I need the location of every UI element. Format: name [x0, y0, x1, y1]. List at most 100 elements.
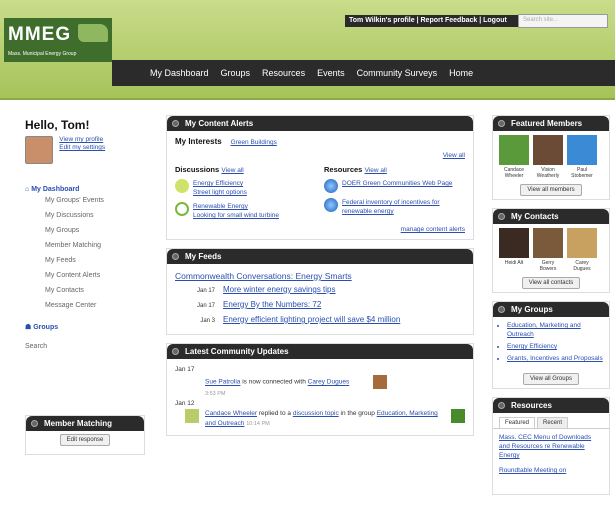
community-updates-panel: Latest Community Updates Jan 17 Sue Patr…: [166, 343, 474, 436]
collapse-icon[interactable]: [498, 120, 505, 127]
member-photo[interactable]: [567, 135, 597, 165]
member-name[interactable]: Paul Stobemer: [571, 167, 593, 179]
content-alerts-title: My Content Alerts: [185, 119, 254, 128]
nav-resources[interactable]: Resources: [262, 68, 305, 78]
my-feeds-panel: My Feeds Commonwealth Conversations: Ene…: [166, 248, 474, 335]
collapse-icon[interactable]: [31, 420, 38, 427]
update-date: Jan 17: [175, 366, 195, 373]
discussion-topic-link[interactable]: discussion topic: [293, 410, 339, 417]
view-profile-link[interactable]: View my profile: [59, 136, 103, 143]
contact-photo[interactable]: [499, 228, 529, 258]
main-column: My Content Alerts My Interests Green Bui…: [166, 115, 474, 444]
resource-link[interactable]: Roundtable Meeting on: [499, 466, 603, 475]
feed-headline[interactable]: Commonwealth Conversations: Energy Smart…: [175, 270, 465, 283]
feed-item-link[interactable]: More winter energy savings tips: [223, 285, 336, 294]
member-link[interactable]: Candace Wheeler: [205, 410, 257, 417]
home-icon: ⌂: [25, 186, 30, 193]
resource-link[interactable]: DOER Green Communities Web Page: [342, 179, 452, 193]
discussions-view-all[interactable]: View all: [221, 167, 243, 174]
mmeg-logo[interactable]: MMEG Mass. Municipal Energy Group: [4, 18, 112, 62]
nav-events[interactable]: Events: [317, 68, 345, 78]
view-all-interests-link[interactable]: View all: [443, 152, 465, 159]
member-name[interactable]: Vision Weatherly: [537, 167, 559, 179]
discussion-link[interactable]: Renewable Energy: [193, 203, 248, 210]
my-groups-panel: My Groups Education, Marketing and Outre…: [492, 301, 610, 389]
my-dashboard-link[interactable]: My Dashboard: [31, 186, 79, 193]
feed-date: Jan 17: [196, 303, 215, 309]
edit-response-button[interactable]: Edit response: [59, 434, 111, 446]
discussion-icon: [175, 179, 189, 193]
right-sidebar: Featured Members Candace Wheeler Vision …: [492, 115, 610, 503]
member-name[interactable]: Candace Wheeler: [504, 167, 524, 179]
contact-photo[interactable]: [533, 228, 563, 258]
discussions-label: Discussions: [175, 165, 220, 174]
update-time: 10:14 PM: [246, 421, 270, 427]
view-all-members-button[interactable]: View all members: [520, 184, 582, 196]
contact-photo[interactable]: [567, 228, 597, 258]
contact-name[interactable]: Gerry Bowers: [540, 260, 557, 272]
sidebar-item-groups-events[interactable]: My Groups' Events: [45, 193, 150, 208]
contact-name[interactable]: Carey Dugues: [573, 260, 590, 272]
interest-link[interactable]: Green Buildings: [231, 139, 277, 146]
nav-home[interactable]: Home: [449, 68, 473, 78]
user-links[interactable]: Tom Wilkin's profile | Report Feedback |…: [345, 15, 520, 27]
member-link[interactable]: Sue Patrolia: [205, 379, 240, 386]
collapse-icon[interactable]: [172, 253, 179, 260]
collapse-icon[interactable]: [172, 348, 179, 355]
groups-link[interactable]: Groups: [33, 324, 58, 331]
collapse-icon[interactable]: [498, 306, 505, 313]
nav-groups[interactable]: Groups: [221, 68, 251, 78]
feed-item-link[interactable]: Energy By the Numbers: 72: [223, 300, 321, 309]
member-photo[interactable]: [499, 135, 529, 165]
sidebar-item-feeds[interactable]: My Feeds: [45, 253, 150, 268]
edit-settings-link[interactable]: Edit my settings: [59, 144, 105, 151]
resource-link[interactable]: Mass. CEC Menu of Downloads and Resource…: [499, 433, 603, 460]
sidebar-item-content-alerts[interactable]: My Content Alerts: [45, 268, 150, 283]
search-link[interactable]: Search: [25, 343, 150, 350]
tab-recent[interactable]: Recent: [537, 417, 569, 428]
sidebar-item-contacts[interactable]: My Contacts: [45, 283, 150, 298]
manage-content-alerts-link[interactable]: manage content alerts: [401, 226, 465, 233]
discussion-topic-link[interactable]: Looking for small wind turbine: [193, 212, 279, 219]
resource-link[interactable]: Federal inventory of incentives for rene…: [342, 198, 465, 216]
discussion-link[interactable]: Energy Efficiency: [193, 180, 243, 187]
feed-date: Jan 17: [196, 288, 215, 294]
update-text: is now connected with: [242, 378, 306, 386]
sidebar-item-groups[interactable]: My Groups: [45, 223, 150, 238]
collapse-icon[interactable]: [172, 120, 179, 127]
sidebar-item-message-center[interactable]: Message Center: [45, 298, 150, 313]
group-link[interactable]: Grants, Incentives and Proposals: [507, 354, 603, 363]
site-header: MMEG Mass. Municipal Energy Group Tom Wi…: [0, 0, 615, 100]
group-link[interactable]: Energy Efficiency: [507, 342, 603, 351]
content-alerts-panel: My Content Alerts My Interests Green Bui…: [166, 115, 474, 240]
update-text: in the group: [340, 410, 375, 417]
my-contacts-panel: My Contacts Heidi Alt Gerry Bowers Carey…: [492, 208, 610, 293]
globe-icon: [324, 198, 338, 212]
my-feeds-title: My Feeds: [185, 252, 222, 261]
resources-panel: Resources Featured Recent Mass. CEC Menu …: [492, 397, 610, 495]
nav-community-surveys[interactable]: Community Surveys: [357, 68, 438, 78]
member-matching-title: Member Matching: [44, 419, 113, 428]
avatar: [25, 136, 53, 164]
search-input[interactable]: Search site...: [518, 14, 608, 28]
feed-item-link[interactable]: Energy efficient lighting project will s…: [223, 315, 400, 324]
my-contacts-title: My Contacts: [511, 212, 559, 221]
member-photo[interactable]: [533, 135, 563, 165]
collapse-icon[interactable]: [498, 402, 505, 409]
view-all-contacts-button[interactable]: View all contacts: [521, 277, 581, 289]
resources-view-all[interactable]: View all: [365, 167, 387, 174]
collapse-icon[interactable]: [498, 213, 505, 220]
sidebar-item-member-matching[interactable]: Member Matching: [45, 238, 150, 253]
group-link[interactable]: Education, Marketing and Outreach: [507, 321, 603, 339]
member-link[interactable]: Carey Dugues: [308, 379, 350, 386]
contact-name[interactable]: Heidi Alt: [505, 260, 523, 266]
discussion-topic-link[interactable]: Street light options: [193, 189, 247, 196]
sidebar-item-discussions[interactable]: My Discussions: [45, 208, 150, 223]
member-thumbnail: [373, 375, 388, 389]
view-all-groups-button[interactable]: View all Groups: [523, 373, 579, 385]
nav-my-dashboard[interactable]: My Dashboard: [150, 68, 209, 78]
interests-label: My Interests: [175, 137, 222, 146]
community-updates-title: Latest Community Updates: [185, 347, 289, 356]
tab-featured[interactable]: Featured: [499, 417, 536, 428]
globe-icon: [324, 179, 338, 193]
